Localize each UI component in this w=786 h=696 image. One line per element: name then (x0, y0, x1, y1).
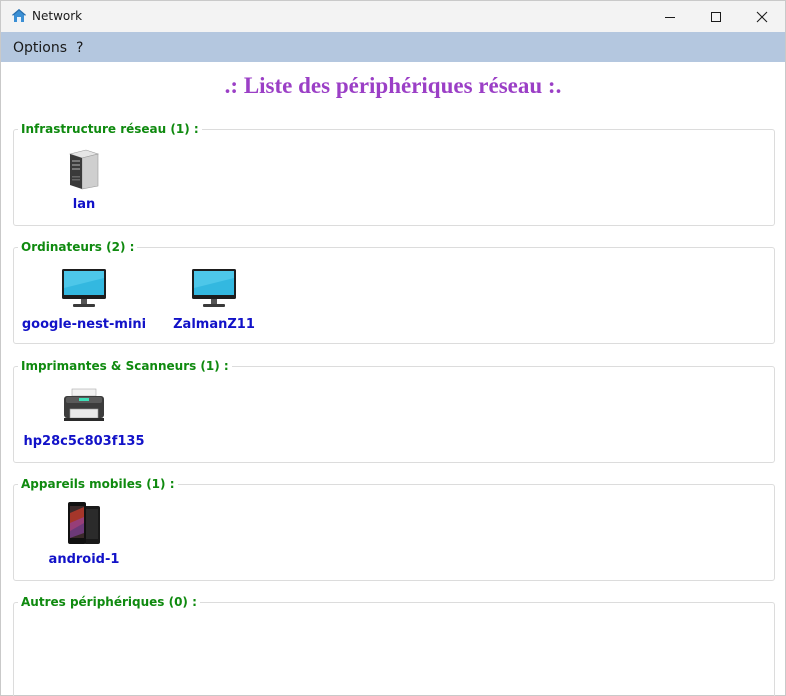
device-label: hp28c5c803f135 (23, 434, 145, 449)
group-legend: Autres périphériques (0) : (18, 595, 200, 609)
page-title: .: Liste des périphériques réseau :. (224, 73, 562, 98)
server-icon (19, 148, 149, 198)
group-infrastructure: Infrastructure réseau (1) : lan (13, 122, 775, 226)
network-home-icon (11, 8, 27, 24)
group-legend: Appareils mobiles (1) : (18, 477, 178, 491)
device-item[interactable]: ZalmanZ11 (149, 268, 279, 343)
maximize-icon (711, 11, 721, 22)
group-mobile-devices: Appareils mobiles (1) : android-1 (13, 477, 775, 581)
menu-bar: Options ? (1, 32, 785, 62)
menu-help[interactable]: ? (76, 40, 83, 56)
minimize-icon (665, 16, 675, 18)
group-computers: Ordinateurs (2) : google-nest-mini Zalma… (13, 240, 775, 344)
device-item[interactable]: hp28c5c803f135 (19, 387, 149, 462)
device-item[interactable]: android-1 (19, 501, 149, 579)
close-icon (756, 11, 768, 22)
close-button[interactable] (739, 1, 785, 32)
device-label: android-1 (48, 552, 120, 567)
printer-icon (19, 387, 149, 437)
maximize-button[interactable] (693, 1, 739, 32)
menu-options[interactable]: Options (13, 40, 67, 56)
device-item[interactable]: lan (19, 148, 149, 223)
smartphone-icon (19, 501, 149, 551)
window-title: Network (32, 9, 83, 23)
app-window: Network Options ? .: Liste des périphéri… (0, 0, 786, 696)
group-legend: Ordinateurs (2) : (18, 240, 138, 254)
group-legend: Imprimantes & Scanneurs (1) : (18, 359, 232, 373)
device-label: ZalmanZ11 (173, 317, 255, 332)
group-printers: Imprimantes & Scanneurs (1) : hp28c5c803… (13, 359, 775, 463)
group-other-devices: Autres périphériques (0) : (13, 595, 775, 696)
title-bar[interactable]: Network (1, 1, 785, 32)
device-label: lan (72, 197, 96, 212)
group-legend: Infrastructure réseau (1) : (18, 122, 202, 136)
minimize-button[interactable] (647, 1, 693, 32)
device-item[interactable]: google-nest-mini (19, 268, 149, 343)
monitor-icon (149, 268, 279, 318)
device-label: google-nest-mini (21, 317, 147, 332)
monitor-icon (19, 268, 149, 318)
